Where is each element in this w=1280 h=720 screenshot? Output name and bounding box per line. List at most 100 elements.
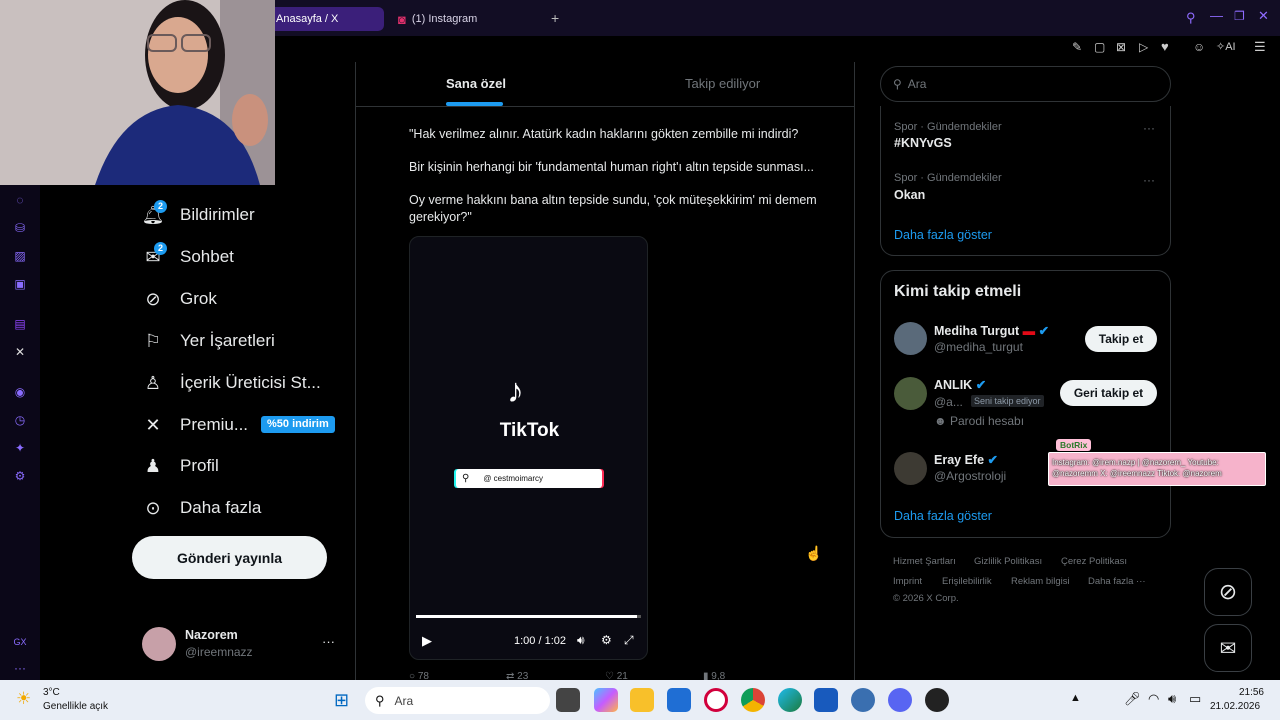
active-tab-indicator: [446, 102, 503, 106]
nav-grok[interactable]: ⊘ Grok: [142, 286, 216, 312]
tweet-text-line: Bir kişinin herhangi bir 'fundamental hu…: [409, 160, 814, 174]
aria-icon[interactable]: ◌: [12, 192, 28, 208]
account-menu-button[interactable]: ···: [322, 634, 335, 649]
heart-icon[interactable]: ♥: [1161, 39, 1169, 54]
crypto-wallet-icon[interactable]: ⛁: [12, 220, 28, 236]
volume-icon[interactable]: 🔊︎: [577, 633, 585, 648]
store-icon[interactable]: [667, 688, 691, 712]
avatar[interactable]: [142, 627, 176, 661]
nav-label: Premiu...: [180, 415, 249, 434]
webcam-person-image: [0, 0, 275, 185]
verified-icon: ✔: [1038, 324, 1050, 338]
follow-button[interactable]: Takip et: [1085, 326, 1157, 352]
tab-instagram[interactable]: ◙ (1) Instagram: [390, 7, 540, 31]
nav-more[interactable]: ⊙ Daha fazla: [142, 495, 261, 521]
twitch-icon[interactable]: ▤: [12, 316, 28, 332]
follow-back-button[interactable]: Geri takip et: [1060, 380, 1157, 406]
microphone-icon[interactable]: 🎤︎: [1124, 691, 1141, 707]
footer-link[interactable]: Reklam bilgisi: [1011, 576, 1070, 587]
tweet-video[interactable]: ♪ TikTok ⚲ @ cestmoimarcy ▶ 1:00 / 1:02 …: [409, 236, 648, 660]
workspace-icon[interactable]: ▨: [12, 248, 28, 264]
tab-x-home[interactable]: Anasayfa / X: [268, 7, 384, 31]
ai-button[interactable]: ✧AI: [1216, 40, 1236, 53]
player-icon[interactable]: ◉: [12, 384, 28, 400]
tweet-text-line: "Hak verilmez alınır. Atatürk kadın hakl…: [409, 127, 799, 141]
taskbar-search[interactable]: ⚲ Ara: [365, 687, 550, 714]
weather-desc: Genellikle açık: [43, 701, 109, 712]
flag-icon: ▬: [1022, 324, 1036, 338]
file-explorer-icon[interactable]: [630, 688, 654, 712]
chevron-up-icon[interactable]: ▲: [1070, 692, 1081, 704]
avatar[interactable]: [894, 452, 927, 485]
follow-user-name[interactable]: Mediha Turgut ▬ ✔: [934, 323, 1049, 338]
footer-link[interactable]: Daha fazla ···: [1088, 576, 1146, 587]
messages-floating-icon[interactable]: ✉: [1204, 624, 1252, 672]
volume-icon[interactable]: 🔊︎: [1168, 691, 1176, 707]
settings-gear-icon[interactable]: ⚙: [12, 468, 28, 484]
tab-for-you[interactable]: Sana özel: [446, 76, 506, 91]
gx-icon[interactable]: GX: [12, 634, 28, 650]
nav-bookmarks[interactable]: ⚐ Yer İşaretleri: [142, 328, 275, 354]
tab-following[interactable]: Takip ediliyor: [685, 76, 760, 91]
globe-icon[interactable]: [851, 688, 875, 712]
close-icon[interactable]: ✕: [1258, 8, 1269, 24]
battery-icon[interactable]: ▭: [1189, 691, 1201, 707]
footer-link[interactable]: Gizlilik Politikası: [974, 556, 1042, 567]
chrome-icon[interactable]: [741, 688, 765, 712]
messenger-icon[interactable]: ▣: [12, 276, 28, 292]
weather-icon: ☀: [16, 689, 32, 708]
history-icon[interactable]: ◷: [12, 412, 28, 428]
play-icon[interactable]: ▷: [1139, 40, 1148, 54]
opera-gx-icon[interactable]: [704, 688, 728, 712]
play-icon[interactable]: ▶: [422, 633, 432, 649]
word-icon[interactable]: [814, 688, 838, 712]
extensions-icon[interactable]: ✦: [12, 440, 28, 456]
footer-link[interactable]: Hizmet Şartları: [893, 556, 956, 567]
follow-user-name[interactable]: Eray Efe ✔: [934, 452, 998, 467]
x-logo-icon: ✕: [145, 414, 161, 435]
copilot-icon[interactable]: [594, 688, 618, 712]
post-button[interactable]: Gönderi yayınla: [132, 536, 327, 579]
wifi-icon[interactable]: ◠: [1148, 691, 1159, 707]
show-more-trends-link[interactable]: Daha fazla göster: [894, 228, 992, 242]
discord-icon[interactable]: [888, 688, 912, 712]
clock-date[interactable]: 21.02.2026: [1210, 701, 1260, 712]
maximize-icon[interactable]: ❐: [1234, 9, 1245, 23]
windows-start-icon[interactable]: ⊞: [334, 690, 349, 711]
pin-icon[interactable]: ✎: [1072, 40, 1082, 54]
settings-gear-icon[interactable]: ⚙: [601, 633, 612, 647]
avatar[interactable]: [894, 377, 927, 410]
minimize-icon[interactable]: —: [1210, 8, 1223, 23]
nav-profile[interactable]: ♟ Profil: [142, 453, 219, 479]
x-icon[interactable]: ✕: [12, 344, 28, 360]
trend-title[interactable]: Okan: [894, 188, 925, 202]
video-progress-track[interactable]: [416, 615, 641, 618]
trend-more-icon[interactable]: ···: [1143, 173, 1155, 187]
edge-icon[interactable]: [778, 688, 802, 712]
search-input[interactable]: ⚲ Ara: [880, 66, 1171, 102]
search-tabs-icon[interactable]: ⚲: [1186, 10, 1196, 26]
follow-user-name[interactable]: ANLIK ✔: [934, 377, 986, 392]
more-icon[interactable]: ···: [12, 660, 28, 676]
avatar[interactable]: [894, 322, 927, 355]
fullscreen-icon[interactable]: ⤢: [624, 633, 634, 648]
nav-premium[interactable]: ✕ Premiu...: [142, 412, 248, 438]
profile-icon[interactable]: ☺: [1193, 40, 1205, 54]
obs-icon[interactable]: [925, 688, 949, 712]
menu-icon[interactable]: ☰: [1254, 39, 1266, 55]
grok-floating-icon[interactable]: ⊘: [1204, 568, 1252, 616]
show-more-follows-link[interactable]: Daha fazla göster: [894, 509, 992, 523]
trend-title[interactable]: #KNYvGS: [894, 136, 952, 150]
new-tab-button[interactable]: +: [551, 10, 559, 26]
snapshot-icon[interactable]: ▢: [1094, 40, 1105, 54]
trend-meta: Spor · Gündemdekiler: [894, 172, 1002, 184]
task-view-icon[interactable]: [556, 688, 580, 712]
clock-time[interactable]: 21:56: [1228, 687, 1264, 698]
nav-creator-studio[interactable]: ♙ İçerik Üreticisi St...: [142, 370, 321, 396]
adblock-icon[interactable]: ⊠: [1116, 40, 1126, 54]
premium-discount-badge: %50 indirim: [261, 416, 335, 433]
footer-link[interactable]: Çerez Politikası: [1061, 556, 1127, 567]
footer-link[interactable]: Imprint: [893, 576, 922, 587]
trend-more-icon[interactable]: ···: [1143, 121, 1155, 135]
footer-link[interactable]: Erişilebilirlik: [942, 576, 992, 587]
